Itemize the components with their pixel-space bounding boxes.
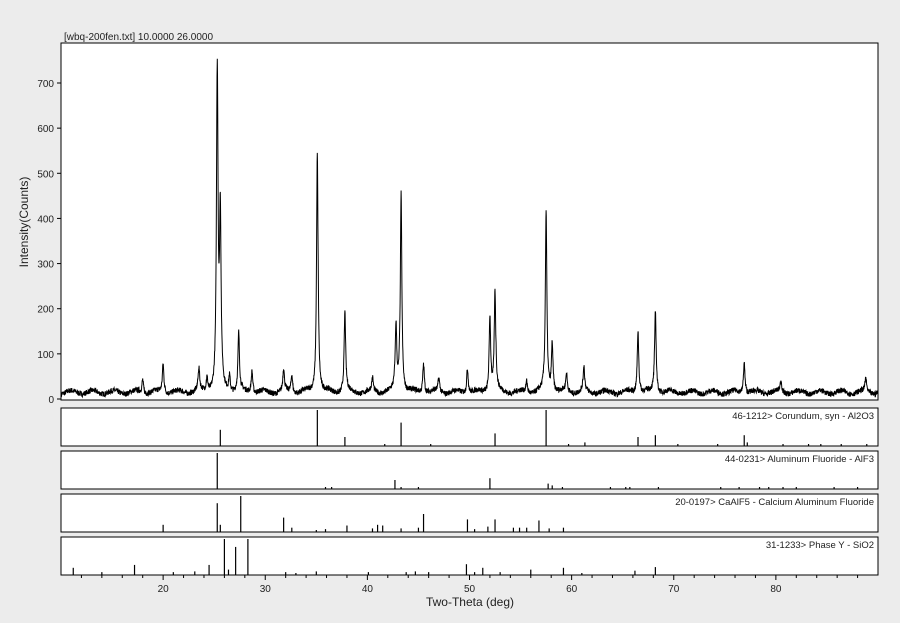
y-tick-label: 300	[37, 260, 54, 271]
x-tick-label: 70	[668, 584, 680, 595]
main-plot-area	[60, 42, 879, 401]
y-tick-label: 400	[37, 214, 54, 225]
pane-label: 31-1233> Phase Y - SiO2	[766, 540, 874, 551]
y-axis-label: Intensity(Counts)	[17, 177, 31, 268]
y-tick-label: 600	[37, 124, 54, 135]
xrd-chart: [wbq-200fen.txt] 10.0000 26.0000 0100200…	[17, 32, 879, 609]
x-tick-label: 50	[464, 584, 476, 595]
x-tick-label: 30	[260, 584, 272, 595]
y-tick-label: 200	[37, 305, 54, 316]
chart-title: [wbq-200fen.txt] 10.0000 26.0000	[64, 32, 213, 43]
x-tick-label: 60	[566, 584, 578, 595]
reference-pattern-pane: 46-1212> Corundum, syn - Al2O3	[60, 407, 879, 447]
y-axis: 0 100 200 300 400 500 600 700	[37, 79, 61, 406]
x-tick-label: 20	[158, 584, 170, 595]
reference-pattern-pane: 44-0231> Aluminum Fluoride - AlF3	[60, 450, 879, 490]
pane-label: 46-1212> Corundum, syn - Al2O3	[732, 411, 874, 422]
pane-label: 44-0231> Aluminum Fluoride - AlF3	[725, 454, 874, 465]
pane-frame	[60, 536, 879, 576]
reference-pattern-pane: 31-1233> Phase Y - SiO2	[60, 536, 879, 576]
x-tick-label: 80	[770, 584, 782, 595]
y-tick-label: 500	[37, 169, 54, 180]
x-tick-label: 40	[362, 584, 374, 595]
x-axis-label: Two-Theta (deg)	[426, 595, 514, 609]
pane-label: 20-0197> CaAlF5 - Calcium Aluminum Fluor…	[675, 497, 874, 508]
y-tick-label: 100	[37, 350, 54, 361]
reference-pattern-pane: 20-0197> CaAlF5 - Calcium Aluminum Fluor…	[60, 493, 879, 533]
y-tick-label: 0	[48, 395, 54, 406]
x-axis: 20 30 40 50 60 70 80	[80, 575, 859, 595]
y-tick-label: 700	[37, 79, 54, 90]
